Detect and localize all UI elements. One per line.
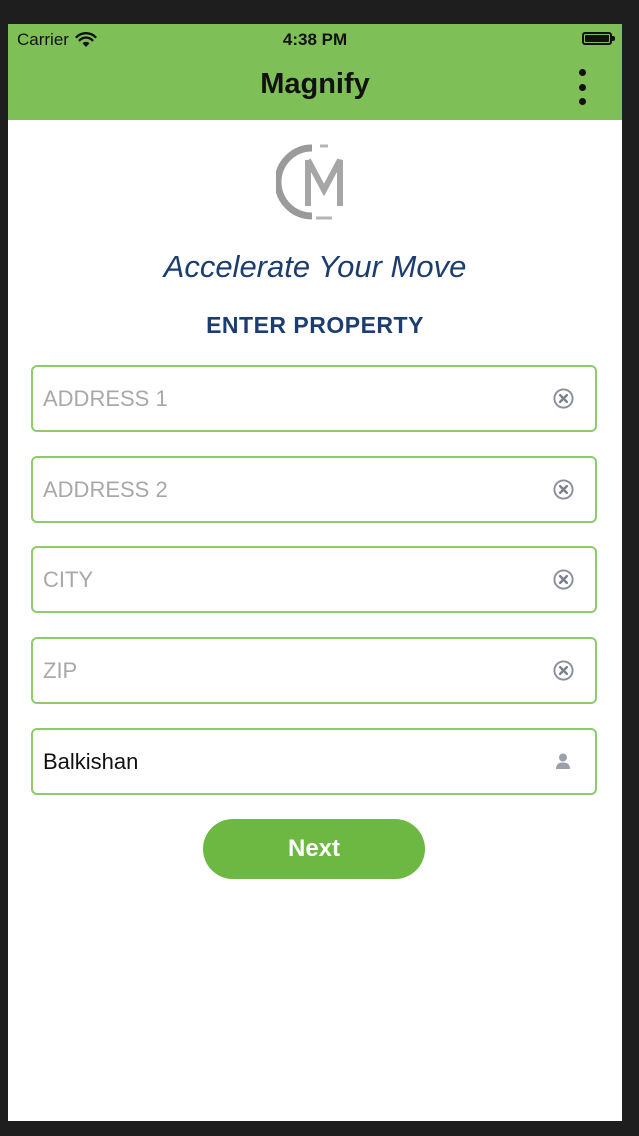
app-title: Magnify [260,68,370,100]
user-icon [556,753,570,769]
name-field [31,728,597,795]
city-input[interactable] [43,548,533,611]
status-bar: Carrier 4:38 PM [8,24,622,54]
address1-input[interactable] [43,367,533,430]
section-title: ENTER PROPERTY [206,312,424,338]
clear-icon[interactable] [552,387,575,410]
next-button[interactable]: Next [203,819,425,879]
clear-icon[interactable] [552,478,575,501]
zip-input[interactable] [43,639,533,702]
zip-field [31,637,597,704]
status-time: 4:38 PM [282,30,348,49]
menu-dot [578,69,586,76]
address1-field [31,365,597,432]
more-vertical-icon[interactable] [570,69,594,105]
company-logo [276,144,343,220]
clear-icon[interactable] [552,659,575,682]
name-input[interactable] [43,730,533,793]
menu-dot [578,83,586,91]
address2-input[interactable] [43,458,533,521]
city-field [31,546,597,613]
address2-field [31,456,597,523]
battery-level [585,35,609,42]
menu-dot [578,98,586,105]
battery-icon [582,32,615,45]
app-bar: Magnify [8,54,622,120]
app-screen: Carrier 4:38 PM Magnify Accelerate Your … [8,24,622,1121]
clear-icon[interactable] [552,568,575,591]
tagline: Accelerate Your Move [163,249,467,284]
